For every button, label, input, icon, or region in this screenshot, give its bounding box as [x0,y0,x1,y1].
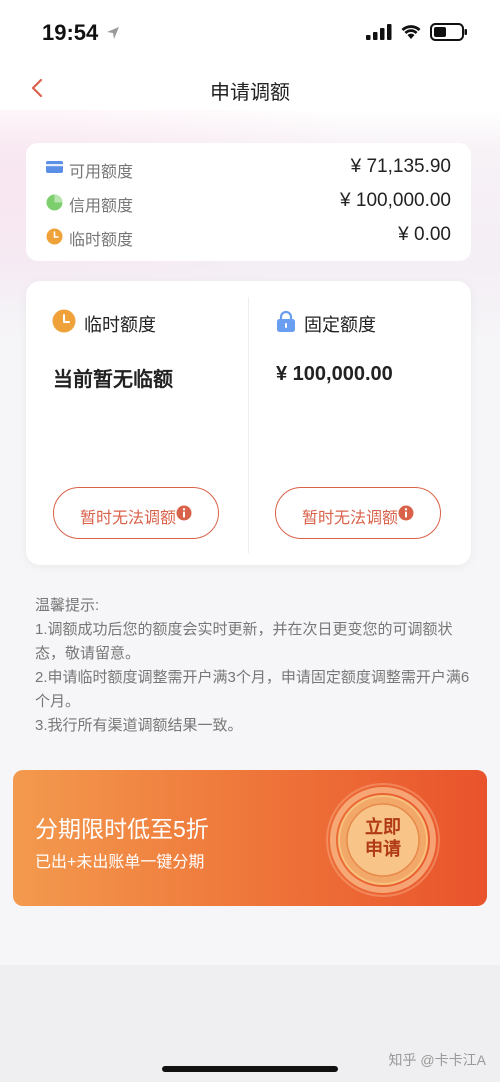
home-indicator [162,1066,338,1072]
summary-label: 信用额度 [69,198,134,215]
lock-icon [277,310,295,332]
navigation-bar: 申请调额 [0,60,500,116]
status-time: 19:54 [42,20,99,45]
tips-heading: 温馨提示: [35,597,100,614]
fixed-limit-title: 固定额度 [304,315,376,335]
location-arrow-icon [107,27,119,39]
banner-title: 分期限时低至5折 [35,816,209,842]
info-icon [176,505,192,521]
tips-section: 温馨提示: 1.调额成功后您的额度会实时更新，并在次日更变您的可调额状态，敬请留… [35,594,475,738]
watermark: 知乎 @卡卡江A [388,1052,486,1068]
summary-value: ¥ 0.00 [398,224,451,245]
button-label: 暂时无法调额 [302,510,399,527]
badge-line: 申请 [365,839,401,859]
tip-item: 1.调额成功后您的额度会实时更新，并在次日更变您的可调额状态，敬请留意。 [35,621,453,662]
summary-row-available: 可用额度 ¥ 71,135.90 [26,153,471,183]
fixed-limit-section: 固定额度 ¥ 100,000.00 暂时无法调额 [249,281,471,565]
fixed-adjust-button[interactable]: 暂时无法调额 [275,487,441,539]
summary-label: 可用额度 [69,164,134,181]
summary-label: 临时额度 [69,232,134,249]
cellular-signal-icon [366,24,392,40]
temporary-limit-title: 临时额度 [84,315,156,335]
temporary-adjust-button[interactable]: 暂时无法调额 [53,487,219,539]
clock-icon [52,309,76,333]
summary-value: ¥ 71,135.90 [350,156,451,177]
temporary-limit-section: 临时额度 当前暂无临额 暂时无法调额 [26,281,248,565]
info-icon [398,505,414,521]
status-bar: 19:54 [0,0,500,60]
badge-text: 立即 申请 [325,816,441,860]
pie-icon [46,194,63,211]
temporary-limit-status: 当前暂无临额 [53,369,173,391]
tip-item: 2.申请临时额度调整需开户满3个月，申请固定额度调整需开户满6个月。 [35,669,470,710]
card-icon [46,161,63,173]
fixed-limit-amount: ¥ 100,000.00 [276,363,393,385]
clock-icon [46,228,63,245]
summary-row-credit: 信用额度 ¥ 100,000.00 [26,187,471,217]
summary-row-temporary: 临时额度 ¥ 0.00 [26,221,471,251]
badge-line: 立即 [365,817,401,837]
installment-promo-banner[interactable]: 分期限时低至5折 已出+未出账单一键分期 立即 申请 [13,770,487,906]
tip-item: 3.我行所有渠道调额结果一致。 [35,717,243,734]
banner-subtitle: 已出+未出账单一键分期 [35,854,205,871]
wifi-icon [401,25,421,39]
limit-summary-card: 可用额度 ¥ 71,135.90 信用额度 ¥ 100,000.00 临时额度 … [26,143,471,261]
battery-icon [430,23,467,41]
page-title: 申请调额 [210,82,290,104]
button-label: 暂时无法调额 [80,510,177,527]
summary-value: ¥ 100,000.00 [340,190,451,211]
limit-adjust-card: 临时额度 当前暂无临额 暂时无法调额 固定额度 ¥ 100,000.00 暂时无… [26,281,471,565]
